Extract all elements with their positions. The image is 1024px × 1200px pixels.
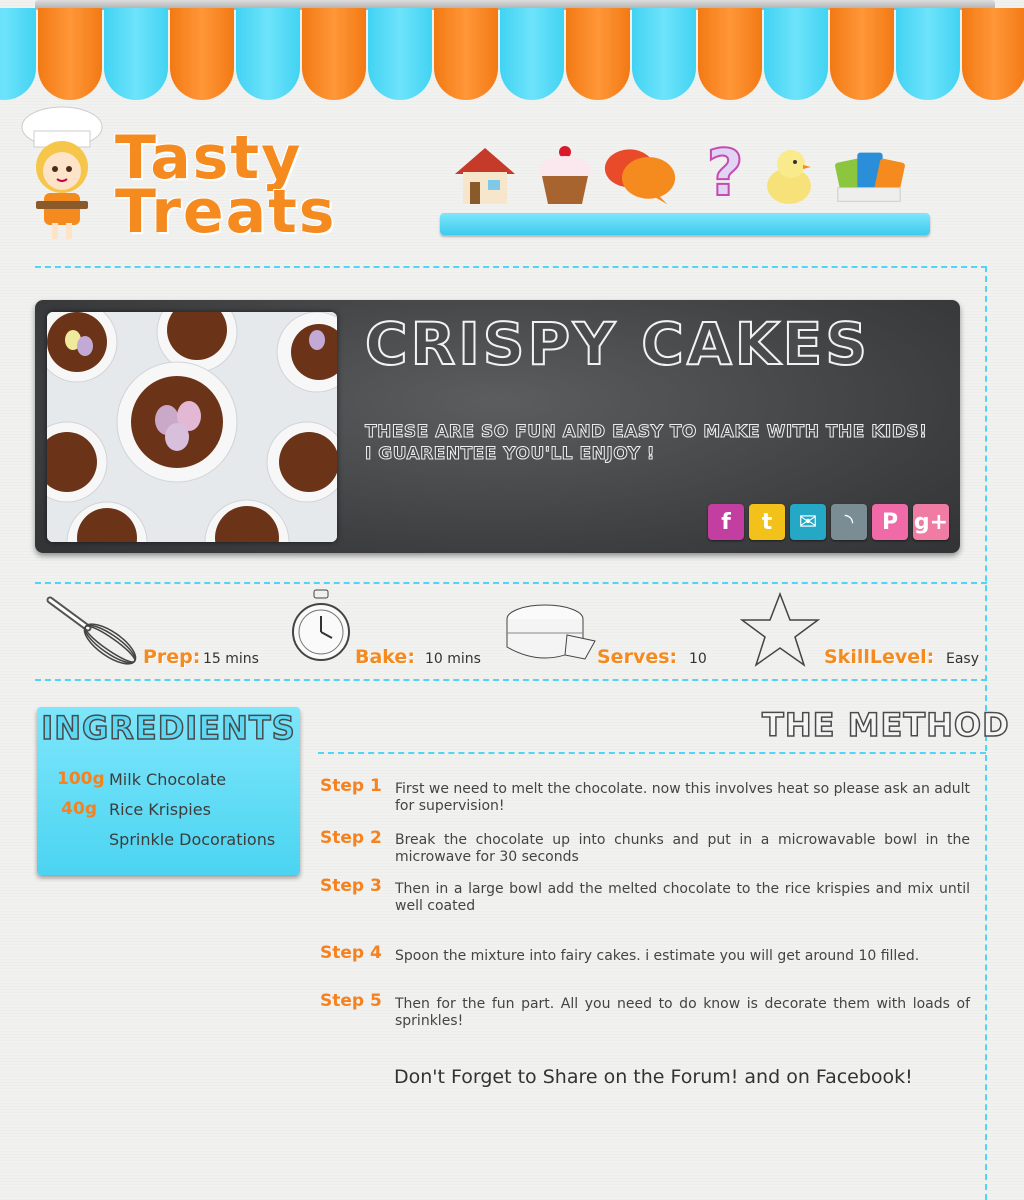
ingredient-name: Rice Krispies	[109, 800, 211, 819]
crispy-cakes-photo	[47, 312, 337, 542]
recipe-tagline-2: I GUARENTEE YOU'LL ENJOY !	[364, 444, 656, 465]
awning-stripe	[368, 8, 432, 100]
skill-level-label: SkillLevel:	[824, 646, 935, 668]
house-icon[interactable]	[448, 140, 522, 210]
awning-stripe	[632, 8, 696, 100]
step-text: First we need to melt the chocolate. now…	[395, 781, 970, 814]
step-text: Spoon the mixture into fairy cakes. i es…	[395, 948, 920, 964]
google-plus-icon[interactable]: g+	[913, 504, 949, 540]
awning-stripe	[302, 8, 366, 100]
svg-text:?: ?	[706, 141, 743, 209]
awning-stripe	[962, 8, 1024, 100]
logo-line-2[interactable]: Treats	[115, 182, 337, 242]
awning-stripe	[764, 8, 828, 100]
bake-value: 10 mins	[425, 651, 481, 667]
ingredients-title: INGREDIENTS	[41, 708, 296, 748]
rss-icon[interactable]: ◝	[831, 504, 867, 540]
ingredient-qty: 40g	[61, 799, 97, 819]
coupons-icon[interactable]	[832, 140, 906, 210]
awning-stripe	[170, 8, 234, 100]
method-divider	[318, 752, 986, 754]
facebook-icon[interactable]: f	[708, 504, 744, 540]
awning-stripe	[566, 8, 630, 100]
star-icon	[738, 590, 822, 674]
step-text: Then in a large bowl add the melted choc…	[395, 881, 970, 914]
divider-stats-bottom	[35, 679, 987, 681]
awning-stripe	[434, 8, 498, 100]
step-text: Then for the fun part. All you need to d…	[395, 996, 970, 1029]
awning-banner	[0, 0, 1024, 110]
step-text: Break the chocolate up into chunks and p…	[395, 832, 970, 865]
awning-stripe	[0, 8, 36, 100]
awning-stripe	[500, 8, 564, 100]
recipe-chalkboard: CRISPY CAKES THESE ARE SO FUN AND EASY T…	[35, 300, 960, 553]
cupcake-icon[interactable]	[528, 140, 602, 210]
step-label: Step 1	[320, 776, 382, 796]
serves-value: 10	[689, 651, 707, 667]
step-label: Step 4	[320, 943, 382, 963]
awning-stripe	[104, 8, 168, 100]
whisk-icon	[44, 592, 140, 670]
awning-stripe	[236, 8, 300, 100]
ingredient-qty: 100g	[57, 769, 105, 789]
awning-stripe	[698, 8, 762, 100]
nav-bar	[440, 213, 930, 235]
skill-level-value: Easy	[946, 651, 980, 667]
ingredient-name: Milk Chocolate	[109, 770, 227, 789]
recipe-tagline-1: THESE ARE SO FUN AND EASY TO MAKE WITH T…	[364, 422, 928, 443]
step-label: Step 5	[320, 991, 382, 1011]
cake-slice-icon	[503, 597, 597, 671]
serves-label: Serves:	[597, 646, 678, 668]
share-reminder: Don't Forget to Share on the Forum! and …	[394, 1066, 913, 1088]
divider-stats-top	[35, 582, 987, 584]
awning-stripe	[896, 8, 960, 100]
chick-icon[interactable]	[752, 140, 826, 210]
method-title: THE METHOD	[761, 705, 1010, 745]
question-mark-icon[interactable]: ?	[688, 140, 762, 210]
prep-label: Prep:	[143, 646, 201, 668]
twitter-icon[interactable]: t	[749, 504, 785, 540]
awning-stripe	[38, 8, 102, 100]
chat-bubbles-icon[interactable]	[603, 140, 677, 210]
ingredient-name: Sprinkle Docorations	[109, 830, 276, 849]
bake-label: Bake:	[355, 646, 415, 668]
email-icon[interactable]: ✉	[790, 504, 826, 540]
divider-top	[35, 266, 987, 268]
chef-girl-mascot	[12, 105, 108, 245]
pinterest-icon[interactable]: P	[872, 504, 908, 540]
stopwatch-icon	[290, 588, 352, 672]
prep-value: 15 mins	[203, 651, 259, 667]
step-label: Step 3	[320, 876, 382, 896]
awning-stripe	[830, 8, 894, 100]
step-label: Step 2	[320, 828, 382, 848]
ingredients-panel: INGREDIENTS 100g Milk Chocolate 40g Rice…	[37, 707, 300, 875]
recipe-title: CRISPY CAKES	[364, 309, 871, 379]
